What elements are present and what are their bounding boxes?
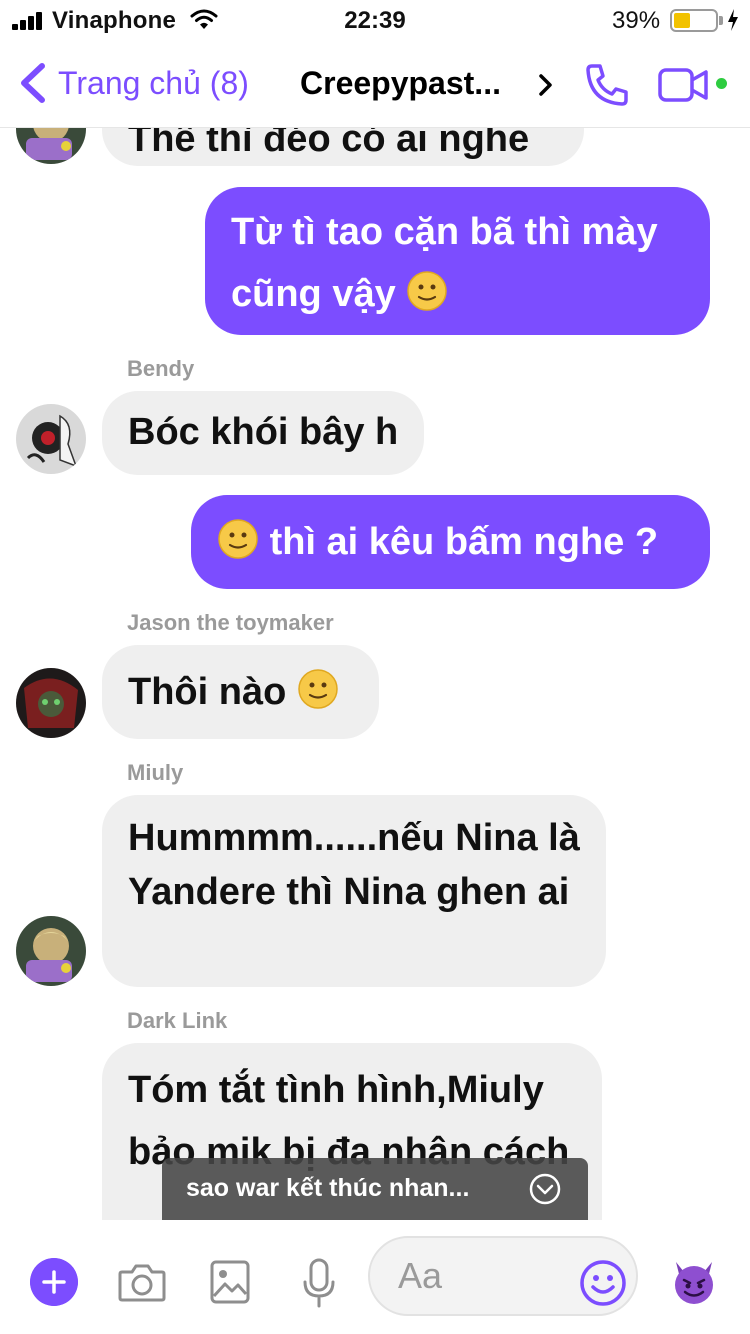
chat-title[interactable]: Creepypast... (300, 65, 501, 102)
message-bubble-incoming[interactable]: Thế thì đéo có ai nghe (102, 128, 584, 166)
message-bubble-incoming[interactable]: Thôi nào (102, 645, 379, 739)
sender-name: Bendy (127, 356, 195, 381)
plus-icon[interactable] (30, 1258, 78, 1306)
video-camera-icon[interactable] (658, 68, 708, 102)
sender-name: Miuly (127, 760, 184, 785)
status-bar: Vinaphone 22:39 39% (0, 0, 750, 40)
message-composer (0, 1220, 750, 1334)
image-icon[interactable] (210, 1260, 250, 1304)
message-text: Bóc khói bây h (128, 411, 399, 453)
battery-cap (719, 16, 723, 25)
message-text: Thôi nào (128, 671, 287, 713)
battery-percentage: 39% (612, 7, 661, 34)
new-message-toast[interactable]: sao war kết thúc nhan... (162, 1158, 588, 1220)
microphone-icon[interactable] (302, 1258, 336, 1308)
slight-smile-emoji-icon (298, 669, 338, 709)
chevron-down-circle-icon[interactable] (528, 1172, 562, 1206)
back-button[interactable]: Trang chủ (8) (58, 65, 249, 102)
avatar-bendy[interactable] (16, 404, 86, 474)
toast-text: sao war kết thúc nhan... (186, 1174, 470, 1202)
chevron-right-icon[interactable] (538, 73, 554, 97)
smile-icon[interactable] (578, 1258, 628, 1308)
message-input[interactable] (398, 1254, 568, 1298)
message-bubble-incoming[interactable]: Hummmm......nếu Nina là Yandere thì Nina… (102, 795, 606, 987)
battery-icon (670, 9, 718, 32)
sender-name: Jason the toymaker (127, 610, 334, 635)
sender-name: Dark Link (127, 1008, 228, 1033)
message-bubble-incoming[interactable]: Bóc khói bây h (102, 391, 425, 475)
back-chevron-icon[interactable] (18, 62, 48, 104)
camera-icon[interactable] (118, 1262, 166, 1302)
message-bubble-outgoing[interactable]: thì ai kêu bấm nghe ? (191, 495, 710, 589)
message-list[interactable]: Thế thì đéo có ai nghe Từ tì tao cặn bã … (0, 128, 750, 1220)
slight-smile-emoji-icon (218, 519, 258, 559)
charging-bolt-icon (728, 9, 738, 31)
message-text: Thế thì đéo có ai nghe (128, 128, 530, 160)
avatar-miuly[interactable] (16, 128, 86, 164)
online-status-dot (716, 78, 727, 89)
avatar-miuly[interactable] (16, 916, 86, 986)
message-text: Hummmm......nếu Nina là Yandere thì Nina… (128, 817, 580, 913)
phone-icon[interactable] (584, 62, 630, 108)
chat-header: Trang chủ (8) Creepypast... (0, 40, 750, 128)
devil-emoji-icon[interactable] (670, 1258, 718, 1306)
slight-smile-emoji-icon (407, 271, 448, 311)
message-text: thì ai kêu bấm nghe ? (269, 521, 659, 563)
message-bubble-outgoing[interactable]: Từ tì tao cặn bã thì mày cũng vậy (205, 187, 710, 335)
avatar-jason-the-toymaker[interactable] (16, 668, 86, 738)
